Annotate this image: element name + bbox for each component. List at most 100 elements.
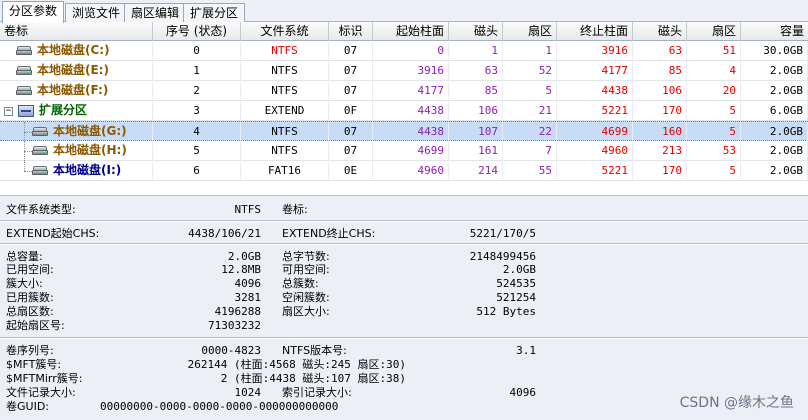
cell-filesystem: NTFS [241,41,329,61]
cell-end-head: 170 [633,161,687,181]
used-clusters-label: 已用簇数: [6,291,54,304]
cell-end-head: 85 [633,61,687,81]
cell-start-sector: 7 [503,141,557,161]
table-row[interactable]: 本地磁盘(G:) 4 NTFS 07 4438 107 22 4699 160 5 2.0GB [0,121,808,142]
cell-id: 07 [329,41,373,61]
total-bytes-label: 总字节数: [282,250,330,263]
cell-filesystem: NTFS [241,61,329,81]
total-capacity-label: 总容量: [6,250,43,263]
disk-icon [16,46,32,56]
ntfs-version-label: NTFS版本号: [282,344,347,357]
col-header-start-head[interactable]: 磁头 [449,22,503,41]
cell-start-head: 1 [449,41,503,61]
col-header-end-sector[interactable]: 扇区 [687,22,741,41]
file-record-size-value: 1024 [234,386,262,399]
cell-index: 6 [153,161,241,181]
cell-filesystem: EXTEND [241,101,329,121]
col-header-end-head[interactable]: 磁头 [633,22,687,41]
volume-label-label: 卷标: [282,203,308,216]
tree-line [24,171,32,172]
volume-guid-value: 00000000-0000-0000-0000-000000000000 [100,400,339,413]
volume-name: 本地磁盘(G:) [53,124,127,138]
col-header-id[interactable]: 标识 [329,22,373,41]
cell-start-cyl: 4438 [373,101,449,121]
used-space-label: 已用空间: [6,263,54,276]
cell-id: 07 [329,61,373,81]
col-header-filesystem[interactable]: 文件系统 [241,22,329,41]
table-row[interactable]: 本地磁盘(F:) 2 NTFS 07 4177 85 5 4438 106 20 2.0GB [0,81,808,101]
free-space-value: 2.0GB [502,263,536,276]
cell-index: 5 [153,141,241,161]
tab-browse-files[interactable]: 浏览文件 [65,3,128,22]
start-sector-label: 起始扇区号: [6,319,65,332]
cluster-size-label: 簇大小: [6,277,43,290]
cell-capacity: 2.0GB [741,81,808,101]
col-header-start-sector[interactable]: 扇区 [503,22,557,41]
cell-index: 4 [153,122,241,142]
cell-filesystem: NTFS [241,81,329,101]
cell-index: 0 [153,41,241,61]
col-header-index[interactable]: 序号 (状态) [153,22,241,41]
tree-line [24,151,32,152]
mftmirr-cluster-value: 2 (柱面:4438 磁头:107 扇区:38) [220,372,406,385]
used-space-value: 12.8MB [221,263,261,276]
mft-cluster-value: 262144 (柱面:4568 磁头:245 扇区:30) [187,358,406,371]
collapse-toggle-icon[interactable]: − [4,107,13,116]
index-record-size-label: 索引记录大小: [282,386,352,399]
cell-end-sector: 53 [687,141,741,161]
cell-start-head: 161 [449,141,503,161]
table-row[interactable]: 本地磁盘(E:) 1 NTFS 07 3916 63 52 4177 85 4 2.0GB [0,61,808,81]
fs-type-label: 文件系统类型: [6,203,76,216]
cell-end-sector: 5 [687,161,741,181]
ext-end-chs-value: 5221/170/5 [469,227,536,240]
ext-end-chs-label: EXTEND终止CHS: [282,227,376,240]
cell-volume: 本地磁盘(H:) [0,141,153,161]
extended-partition-icon [18,105,34,117]
tree-line [24,122,25,142]
cell-start-cyl: 4177 [373,81,449,101]
col-header-start-cyl[interactable]: 起始柱面 [373,22,449,41]
table-row[interactable]: − 扩展分区 3 EXTEND 0F 4438 106 21 5221 170 5 6.0GB [0,101,808,121]
cell-capacity: 2.0GB [741,141,808,161]
cell-volume: 本地磁盘(E:) [0,61,153,81]
cell-end-cyl: 4699 [557,122,633,142]
col-header-end-cyl[interactable]: 终止柱面 [557,22,633,41]
total-clusters-value: 524535 [496,277,536,290]
table-row[interactable]: 本地磁盘(H:) 5 NTFS 07 4699 161 7 4960 213 53 2.0GB [0,141,808,161]
sector-size-value: 512 Bytes [476,305,536,318]
cell-start-head: 85 [449,81,503,101]
tab-extended-partition[interactable]: 扩展分区 [183,3,246,22]
cell-end-sector: 4 [687,61,741,81]
tab-sector-editor[interactable]: 扇区编辑 [124,3,187,22]
cell-filesystem: NTFS [241,141,329,161]
volume-name: 本地磁盘(C:) [37,43,110,57]
free-clusters-label: 空闲簇数: [282,291,330,304]
cell-start-head: 63 [449,61,503,81]
cell-start-head: 106 [449,101,503,121]
cell-end-head: 170 [633,101,687,121]
cell-start-head: 214 [449,161,503,181]
cell-volume: − 扩展分区 [0,101,153,121]
tab-partition-params[interactable]: 分区参数 [2,1,65,23]
table-row[interactable]: 本地磁盘(C:) 0 NTFS 07 0 1 1 3916 63 51 30.0GB [0,41,808,61]
col-header-capacity[interactable]: 容量 [741,22,808,41]
volume-name: 本地磁盘(E:) [37,63,109,77]
cell-volume: 本地磁盘(I:) [0,161,153,181]
cell-end-cyl: 4960 [557,141,633,161]
cell-end-cyl: 5221 [557,161,633,181]
volume-serial-value: 0000-4823 [201,344,261,357]
total-sectors-value: 4196288 [214,305,261,318]
table-row[interactable]: 本地磁盘(I:) 6 FAT16 0E 4960 214 55 5221 170 5 2.0GB [0,161,808,181]
tree-line [24,161,25,171]
divider [0,243,808,245]
disk-icon [32,127,48,137]
cell-filesystem: FAT16 [241,161,329,181]
col-header-volume[interactable]: 卷标 [0,22,153,41]
mftmirr-cluster-label: $MFTMirr簇号: [6,372,83,385]
cell-start-cyl: 0 [373,41,449,61]
cell-end-sector: 20 [687,81,741,101]
cell-id: 0F [329,101,373,121]
ext-start-chs-label: EXTEND起始CHS: [6,227,100,240]
partition-info-panel: 文件系统类型: NTFS 卷标: EXTEND起始CHS: 4438/106/2… [0,196,808,420]
cell-index: 2 [153,81,241,101]
